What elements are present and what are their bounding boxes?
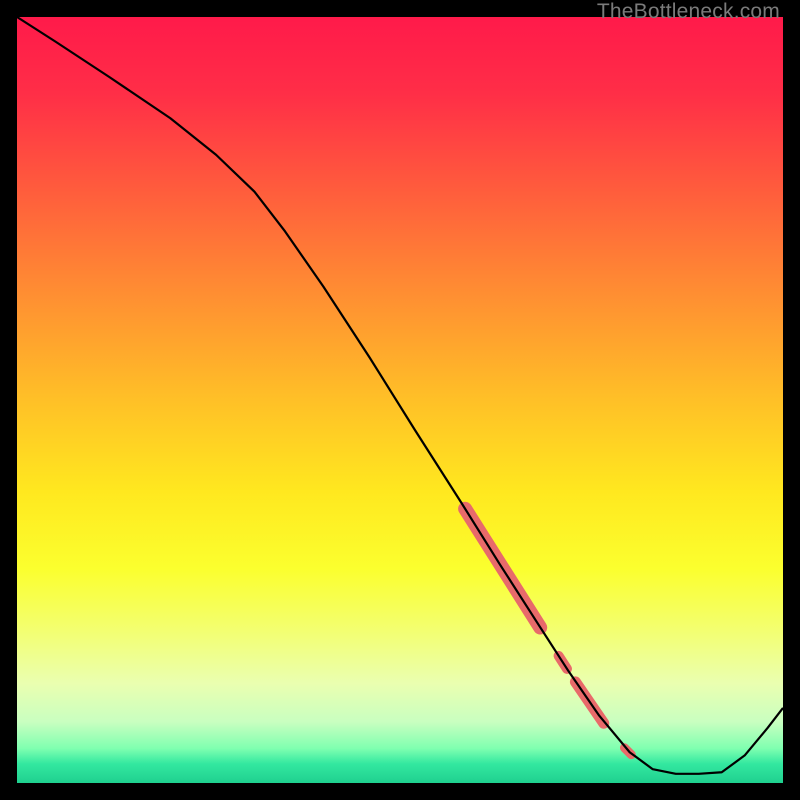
chart-background xyxy=(17,17,783,783)
chart-frame xyxy=(17,17,783,783)
watermark-text: TheBottleneck.com xyxy=(597,0,780,24)
chart-svg xyxy=(17,17,783,783)
